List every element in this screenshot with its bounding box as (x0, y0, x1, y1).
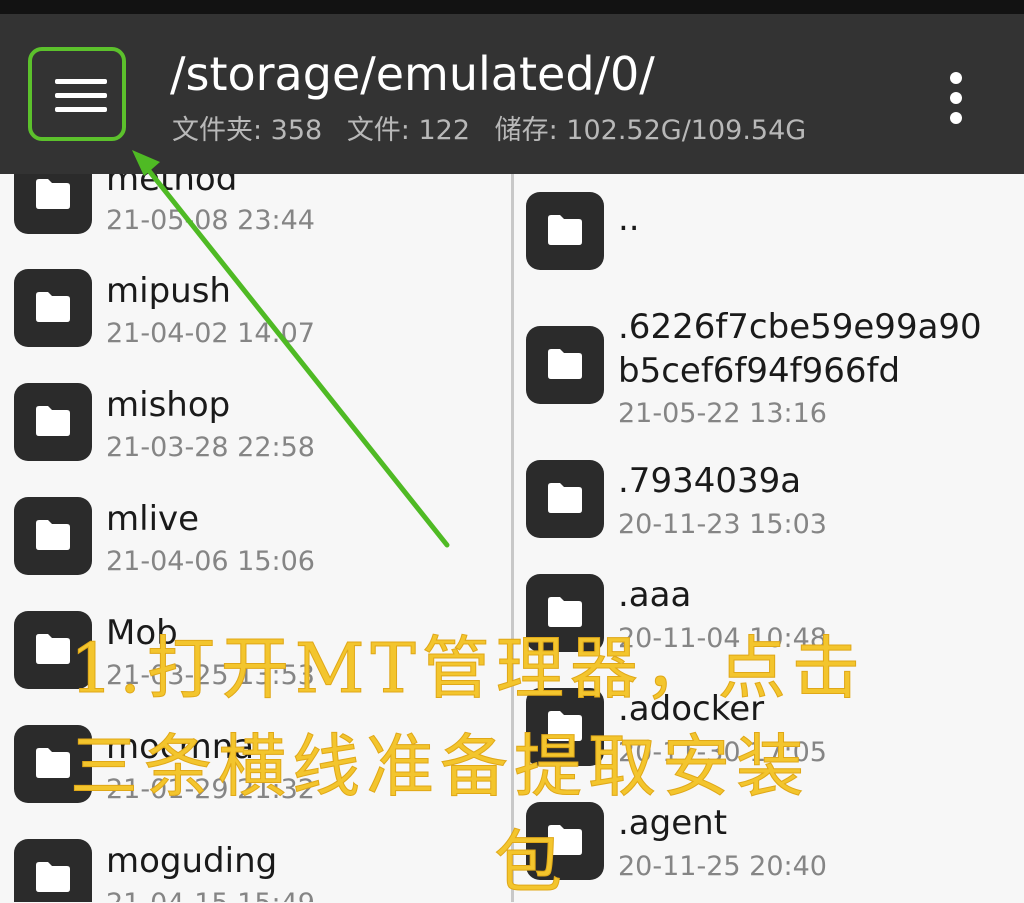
list-item[interactable]: method 21-05-08 23:44 (0, 174, 512, 244)
folder-icon (526, 326, 604, 404)
file-date: 21-05-08 23:44 (106, 205, 315, 236)
storage-usage: 储存: 102.52G/109.54G (494, 115, 807, 146)
instruction-line-3: 包 (493, 824, 569, 903)
file-count: 文件: 122 (346, 115, 471, 146)
status-bar (0, 0, 1024, 14)
file-name: .7934039a (618, 461, 802, 501)
list-item-parent-dir[interactable]: .. (514, 188, 1024, 278)
file-date: 20-11-25 20:40 (618, 851, 827, 882)
folder-icon (14, 383, 92, 461)
more-vert-icon[interactable] (944, 72, 968, 124)
folder-icon (14, 269, 92, 347)
directory-stats: 文件夹: 358 文件: 122 储存: 102.52G/109.54G (172, 114, 822, 148)
file-date: 20-11-23 15:03 (618, 509, 827, 540)
file-name: mishop (106, 385, 231, 425)
file-date: 21-04-15 15:49 (106, 887, 315, 902)
list-item[interactable]: mipush 21-04-02 14:07 (0, 264, 512, 374)
folder-icon (526, 192, 604, 270)
file-name: .agent (618, 803, 728, 843)
file-date: 21-05-22 13:16 (618, 398, 827, 429)
file-date: 21-03-28 22:58 (106, 432, 315, 463)
file-name: mipush (106, 271, 231, 311)
file-name: mlive (106, 499, 200, 539)
list-item[interactable]: .agent 20-11-25 20:40 (514, 800, 1024, 902)
list-item[interactable]: .7934039a 20-11-23 15:03 (514, 458, 1024, 568)
app-bar: /storage/emulated/0/ 文件夹: 358 文件: 122 储存… (0, 14, 1024, 174)
file-name-line1: .6226f7cbe59e99a90 (618, 307, 982, 347)
instruction-line-2: 三条横线准备提取安装 (69, 728, 811, 807)
current-path: /storage/emulated/0/ (170, 47, 655, 101)
folder-icon (526, 460, 604, 538)
file-name: moguding (106, 841, 278, 881)
folder-icon (14, 497, 92, 575)
instruction-line-1: 1.打开MT管理器，点击 (70, 630, 866, 709)
file-date: 21-04-06 15:06 (106, 546, 315, 577)
file-name-line2: b5cef6f94f966fd (618, 351, 901, 391)
file-name: method (106, 174, 238, 199)
file-name: .aaa (618, 575, 692, 615)
hamburger-menu-icon[interactable] (28, 47, 126, 141)
list-item[interactable]: moguding 21-04-15 15:49 (0, 834, 512, 902)
folder-icon (14, 839, 92, 902)
file-date: 21-04-02 14:07 (106, 318, 315, 349)
list-item[interactable]: mishop 21-03-28 22:58 (0, 378, 512, 488)
list-item[interactable]: mlive 21-04-06 15:06 (0, 492, 512, 602)
list-item[interactable]: .6226f7cbe59e99a90 b5cef6f94f966fd 21-05… (514, 306, 1024, 436)
folder-icon (14, 174, 92, 234)
file-name: .. (618, 199, 640, 239)
folder-count: 文件夹: 358 (172, 115, 323, 146)
